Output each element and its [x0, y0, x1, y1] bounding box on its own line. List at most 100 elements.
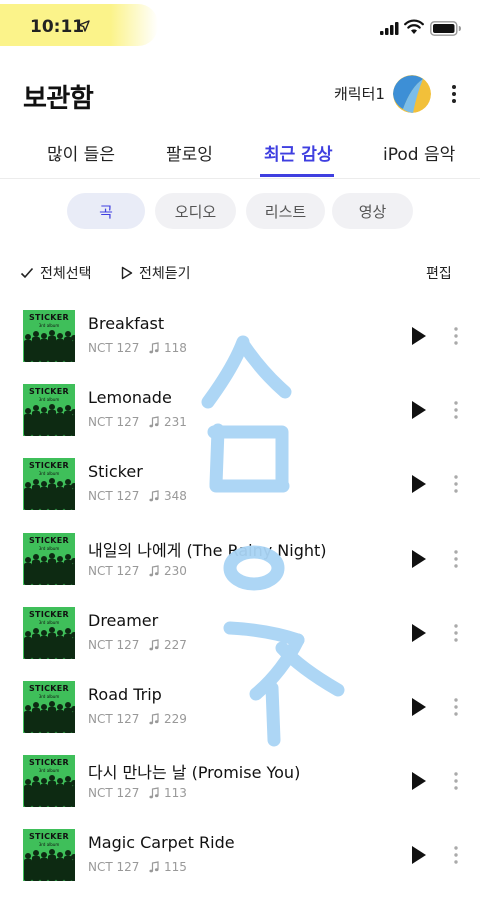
play-count: 229 — [149, 712, 187, 726]
play-count: 348 — [149, 489, 187, 503]
play-count-value: 227 — [164, 638, 187, 652]
play-icon[interactable] — [410, 771, 428, 791]
more-vertical-icon[interactable] — [450, 324, 462, 348]
play-icon[interactable] — [410, 400, 428, 420]
album-cover-art — [24, 775, 75, 807]
music-note-icon — [149, 416, 159, 428]
select-all-label: 전체선택 — [40, 266, 92, 282]
song-row[interactable]: STICKER 3rd album Dreamer NCT 127 227 — [0, 607, 480, 681]
play-icon[interactable] — [410, 845, 428, 865]
music-note-icon — [149, 713, 159, 725]
play-count: 115 — [149, 860, 187, 874]
song-row[interactable]: STICKER 3rd album Road Trip NCT 127 229 — [0, 681, 480, 755]
album-cover-art — [24, 478, 75, 510]
page-title: 보관함 — [23, 84, 94, 114]
play-count: 118 — [149, 341, 187, 355]
more-vertical-icon[interactable] — [450, 472, 462, 496]
wifi-icon — [404, 19, 424, 34]
album-cover-art — [24, 330, 75, 362]
song-artist: NCT 127 — [88, 638, 140, 652]
song-row[interactable]: STICKER 3rd album Sticker NCT 127 348 — [0, 458, 480, 532]
song-artist: NCT 127 — [88, 415, 140, 429]
play-count: 227 — [149, 638, 187, 652]
song-title: Magic Carpet Ride — [88, 833, 235, 852]
song-row[interactable]: STICKER 3rd album Lemonade NCT 127 231 — [0, 384, 480, 458]
play-count-value: 231 — [164, 415, 187, 429]
tab-recent[interactable]: 최근 감상 — [264, 140, 332, 165]
song-artist: NCT 127 — [88, 341, 140, 355]
song-artist: NCT 127 — [88, 860, 140, 874]
music-note-icon — [149, 565, 159, 577]
chip-video[interactable]: 영상 — [332, 193, 413, 229]
play-count-value: 230 — [164, 564, 187, 578]
play-icon[interactable] — [410, 474, 428, 494]
character-name[interactable]: 캐릭터1 — [334, 83, 385, 104]
play-all-button[interactable]: 전체듣기 — [121, 263, 191, 283]
play-count-value: 118 — [164, 341, 187, 355]
album-cover-art — [24, 849, 75, 881]
song-row[interactable]: STICKER 3rd album 다시 만나는 날 (Promise You)… — [0, 755, 480, 829]
song-title: Dreamer — [88, 611, 159, 630]
battery-icon — [430, 21, 461, 36]
album-cover: STICKER 3rd album — [23, 458, 75, 510]
chip-list[interactable]: 리스트 — [246, 193, 325, 229]
album-cover: STICKER 3rd album — [23, 829, 75, 881]
more-vertical-icon[interactable] — [450, 547, 462, 571]
play-all-label: 전체듣기 — [139, 266, 191, 282]
song-title: Breakfast — [88, 314, 165, 333]
signal-icon — [380, 22, 399, 35]
album-cover-title: STICKER — [29, 610, 69, 619]
song-title: 내일의 나에게 (The Rainy Night) — [88, 541, 327, 560]
play-count: 230 — [149, 564, 187, 578]
album-cover-title: STICKER — [29, 313, 69, 322]
edit-button[interactable]: 편집 — [426, 263, 452, 283]
music-note-icon — [149, 639, 159, 651]
tab-most-played[interactable]: 많이 들은 — [47, 140, 115, 165]
more-vertical-icon[interactable] — [450, 695, 462, 719]
avatar[interactable] — [393, 75, 431, 113]
play-count: 113 — [149, 786, 187, 800]
location-arrow-icon — [78, 20, 90, 32]
album-cover: STICKER 3rd album — [23, 755, 75, 807]
music-note-icon — [149, 342, 159, 354]
play-icon[interactable] — [410, 623, 428, 643]
play-icon[interactable] — [410, 549, 428, 569]
album-cover: STICKER 3rd album — [23, 533, 75, 585]
song-row[interactable]: STICKER 3rd album Magic Carpet Ride NCT … — [0, 829, 480, 903]
more-vertical-icon[interactable] — [446, 80, 462, 108]
album-cover-title: STICKER — [29, 461, 69, 470]
status-bar: 10:11 — [0, 0, 480, 56]
album-cover-title: STICKER — [29, 758, 69, 767]
tab-following[interactable]: 팔로잉 — [166, 140, 213, 165]
more-vertical-icon[interactable] — [450, 843, 462, 867]
chip-audio[interactable]: 오디오 — [155, 193, 236, 229]
more-vertical-icon[interactable] — [450, 398, 462, 422]
music-note-icon — [149, 787, 159, 799]
more-vertical-icon[interactable] — [450, 621, 462, 645]
tab-bar: 많이 들은 팔로잉 최근 감상 iPod 음악 — [0, 132, 480, 179]
album-cover-art — [24, 404, 75, 436]
album-cover-title: STICKER — [29, 832, 69, 841]
play-icon[interactable] — [410, 697, 428, 717]
album-cover: STICKER 3rd album — [23, 681, 75, 733]
song-row[interactable]: STICKER 3rd album 내일의 나에게 (The Rainy Nig… — [0, 533, 480, 607]
song-title: Road Trip — [88, 685, 162, 704]
active-tab-indicator — [260, 174, 334, 177]
song-title: Lemonade — [88, 388, 172, 407]
tab-ipod-music[interactable]: iPod 음악 — [383, 140, 455, 165]
play-icon[interactable] — [410, 326, 428, 346]
album-cover-title: STICKER — [29, 536, 69, 545]
song-row[interactable]: STICKER 3rd album Breakfast NCT 127 118 — [0, 310, 480, 384]
song-artist: NCT 127 — [88, 489, 140, 503]
chip-songs[interactable]: 곡 — [67, 193, 145, 229]
select-all-button[interactable]: 전체선택 — [20, 263, 92, 283]
album-cover-art — [24, 701, 75, 733]
album-cover: STICKER 3rd album — [23, 607, 75, 659]
album-cover: STICKER 3rd album — [23, 384, 75, 436]
more-vertical-icon[interactable] — [450, 769, 462, 793]
check-icon — [20, 267, 34, 279]
status-time: 10:11 — [30, 17, 85, 37]
play-outline-icon — [121, 266, 133, 280]
song-title: 다시 만나는 날 (Promise You) — [88, 763, 301, 782]
album-cover-art — [24, 627, 75, 659]
